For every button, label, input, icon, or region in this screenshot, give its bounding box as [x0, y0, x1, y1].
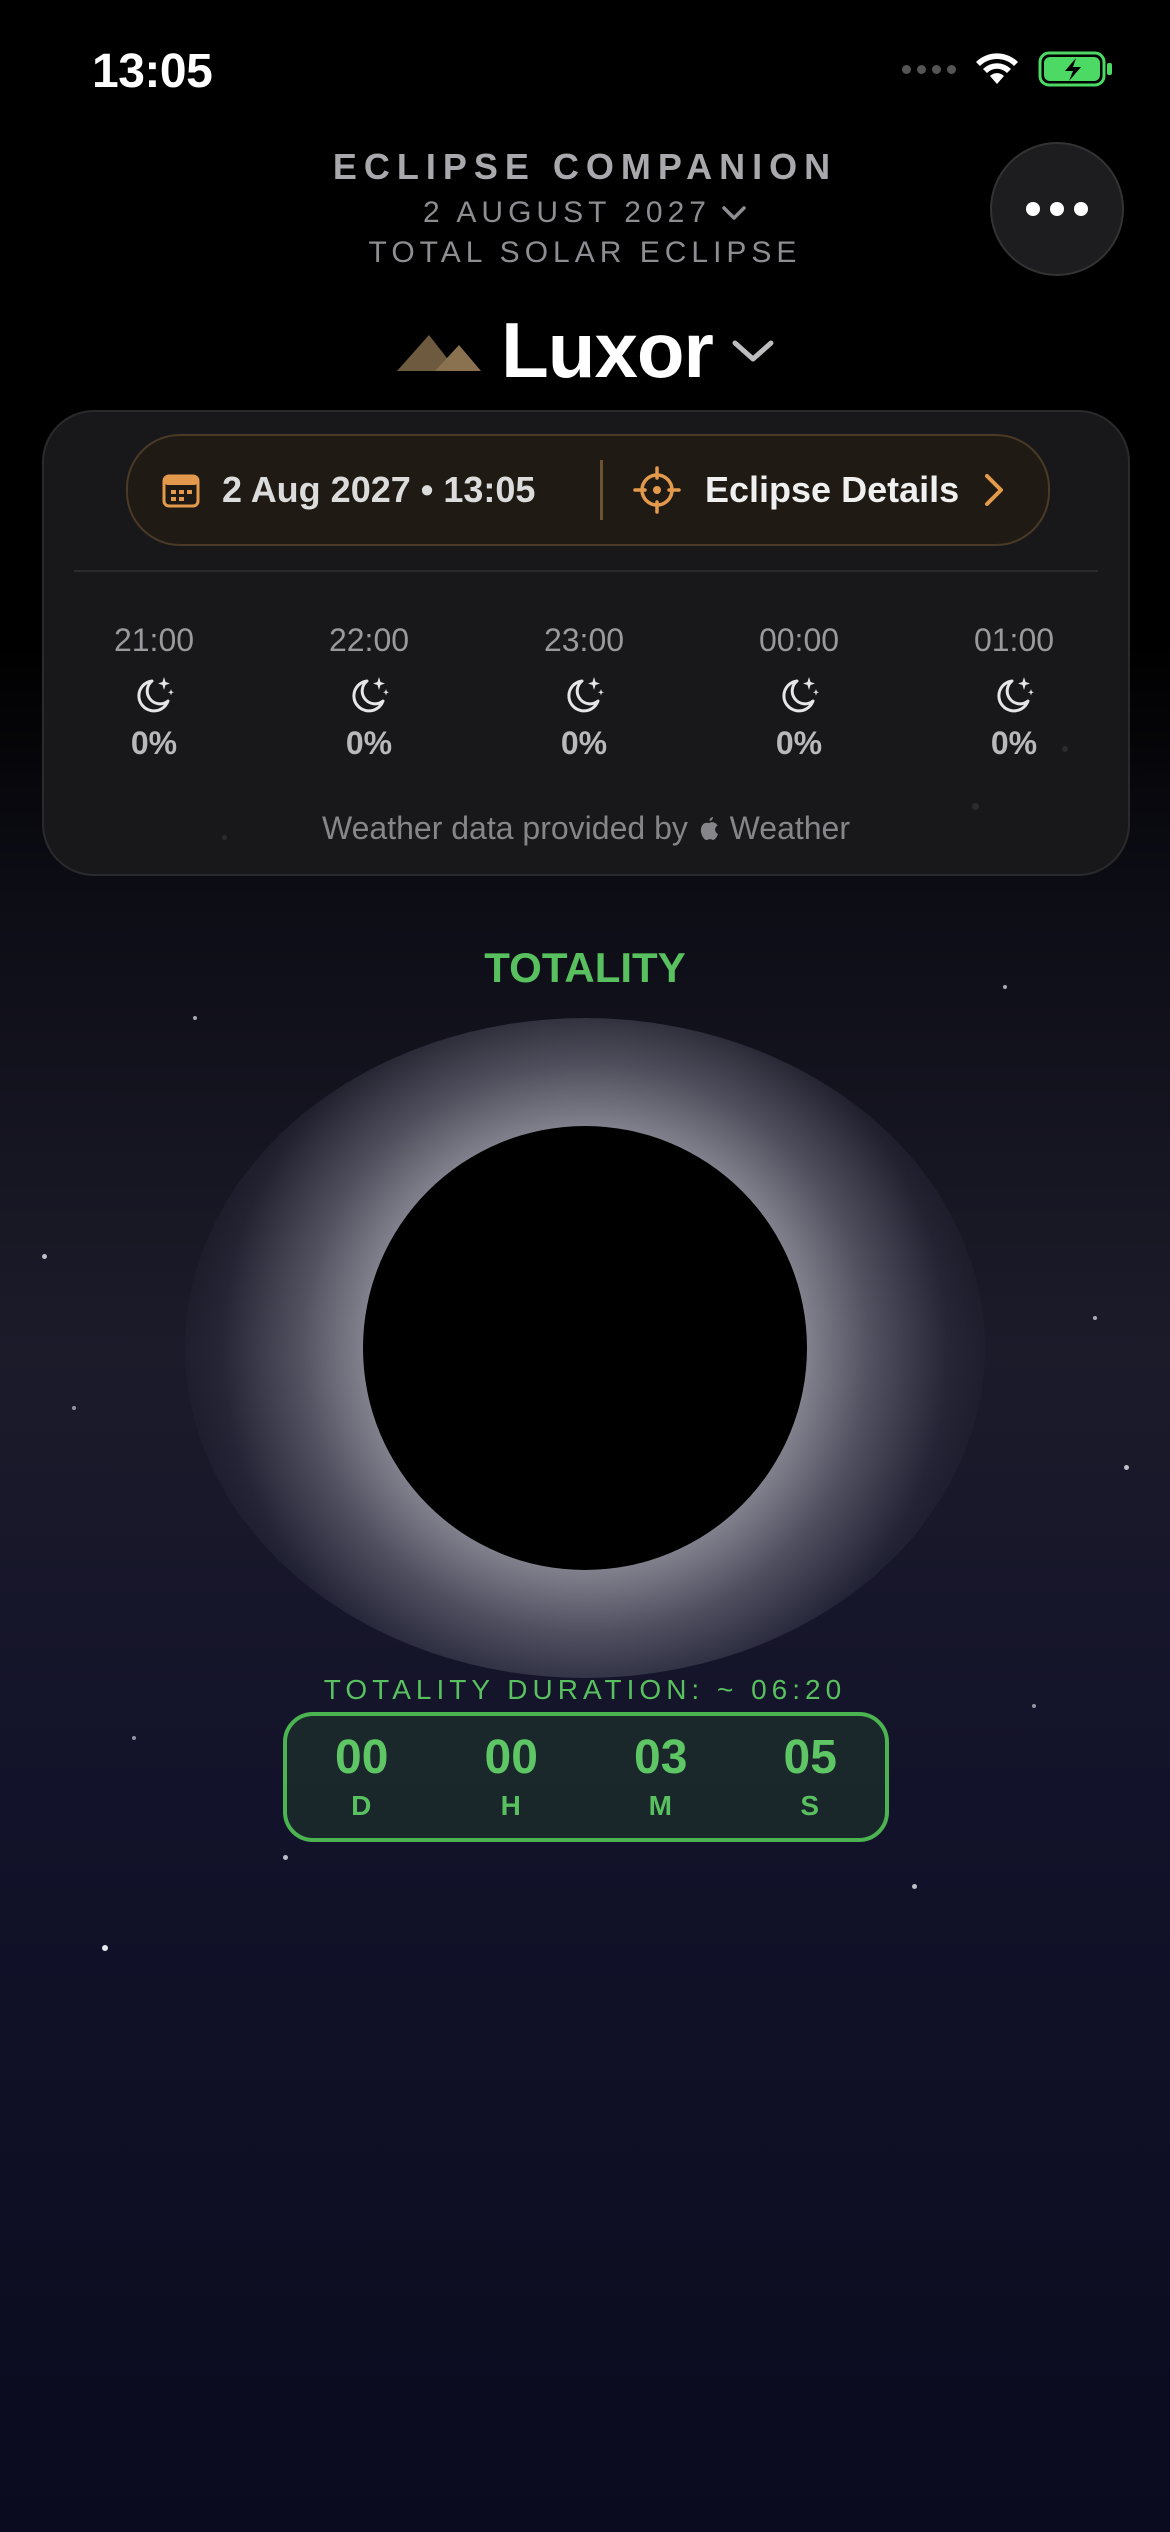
- location-selector[interactable]: Luxor: [0, 305, 1170, 396]
- countdown-hours: 00 H: [451, 1732, 571, 1822]
- moon-disc: [363, 1126, 807, 1570]
- eclipse-type: TOTAL SOLAR ECLIPSE: [368, 236, 802, 269]
- hour-item: 00:00 0%: [734, 622, 864, 762]
- pyramids-icon: [397, 334, 482, 371]
- countdown-unit: H: [500, 1790, 522, 1821]
- star: [1093, 1316, 1097, 1320]
- star: [912, 1884, 917, 1889]
- countdown-seconds: 05 S: [750, 1732, 870, 1822]
- more-options-button[interactable]: [990, 142, 1124, 276]
- card-divider: [74, 570, 1098, 572]
- chevron-down-icon: [722, 206, 746, 220]
- countdown-value: 00: [484, 1731, 538, 1784]
- chevron-down-icon: [732, 340, 774, 361]
- precipitation-percent: 0%: [560, 725, 608, 761]
- battery-charging-icon: [1038, 51, 1112, 87]
- totality-duration-label: TOTALITY DURATION: ~ 06:20: [323, 1674, 847, 1705]
- date-details-pill: 2 Aug 2027 • 13:05 Eclipse Details: [126, 434, 1050, 546]
- eclipse-screen: 13:05 ECLIPSE COMPANION 2 AUGUST 2027 TO…: [0, 0, 1170, 2532]
- datetime-label: 2 Aug 2027 • 13:05: [222, 469, 536, 510]
- countdown-unit: M: [648, 1790, 673, 1821]
- countdown-unit: S: [800, 1790, 821, 1821]
- countdown-unit: D: [351, 1790, 373, 1821]
- countdown-value: 05: [783, 1731, 837, 1784]
- crosshair-icon: [633, 466, 681, 514]
- more-dot: [1050, 202, 1064, 216]
- countdown-value: 03: [634, 1731, 688, 1784]
- apple-logo-icon: [700, 817, 718, 840]
- status-icons: [902, 50, 1114, 88]
- weather-credit-prefix: Weather data provided by: [322, 810, 688, 846]
- moon-stars-icon: [782, 677, 819, 713]
- moon-stars-icon: [352, 677, 389, 713]
- calendar-icon: [162, 474, 200, 508]
- cellular-signal-icon: [902, 64, 956, 74]
- hour-time: 21:00: [113, 622, 195, 658]
- precipitation-percent: 0%: [775, 725, 823, 761]
- eclipse-details-button[interactable]: Eclipse Details: [603, 466, 1048, 514]
- moon-stars-icon: [137, 677, 174, 713]
- star: [193, 1016, 197, 1020]
- totality-label: TOTALITY: [484, 944, 686, 991]
- star: [1124, 1465, 1129, 1470]
- eclipse-details-label: Eclipse Details: [705, 469, 960, 510]
- wifi-icon: [976, 53, 1018, 84]
- hour-time: 22:00: [328, 622, 410, 658]
- star: [102, 1945, 108, 1951]
- countdown-minutes: 03 M: [601, 1732, 721, 1822]
- hour-time: 00:00: [758, 622, 840, 658]
- hour-item: 01:00 0%: [949, 622, 1079, 762]
- chevron-right-icon: [985, 474, 1004, 506]
- star: [72, 1406, 76, 1410]
- star: [132, 1736, 136, 1740]
- hour-time: 01:00: [973, 622, 1055, 658]
- countdown-days: 00 D: [302, 1732, 422, 1822]
- more-dot: [1026, 202, 1040, 216]
- weather-card: 2 Aug 2027 • 13:05 Eclipse Details 21:00…: [42, 410, 1130, 876]
- precipitation-percent: 0%: [345, 725, 393, 761]
- hour-item: 22:00 0%: [304, 622, 434, 762]
- star: [42, 1254, 47, 1259]
- weather-credit-brand: Weather: [729, 810, 850, 846]
- datetime-button[interactable]: 2 Aug 2027 • 13:05: [128, 469, 600, 511]
- countdown-value: 00: [335, 1731, 389, 1784]
- more-dot: [1074, 202, 1088, 216]
- location-name: Luxor: [501, 306, 714, 394]
- precipitation-percent: 0%: [130, 725, 178, 761]
- hour-item: 23:00 0%: [519, 622, 649, 762]
- hour-item: 21:00 0%: [89, 622, 219, 762]
- moon-stars-icon: [997, 677, 1034, 713]
- status-time: 13:05: [92, 45, 213, 98]
- precipitation-percent: 0%: [990, 725, 1038, 761]
- hour-time: 23:00: [543, 622, 625, 658]
- star: [283, 1855, 288, 1860]
- eclipse-date: 2 AUGUST 2027: [423, 196, 711, 229]
- weather-credit[interactable]: Weather data provided by Weather: [44, 810, 1128, 847]
- hourly-forecast: 21:00 0% 22:00 0% 23:00 0% 00:00 0% 01:0…: [89, 622, 1079, 762]
- countdown-timer: 00 D 00 H 03 M 05 S: [283, 1712, 889, 1842]
- moon-stars-icon: [567, 677, 604, 713]
